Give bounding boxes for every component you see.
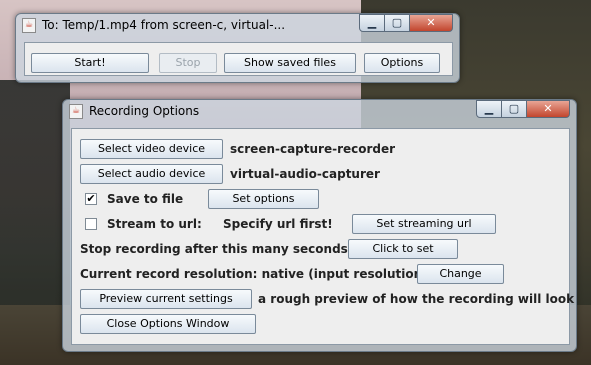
select-video-device-button[interactable]: Select video device bbox=[80, 139, 223, 159]
change-resolution-button[interactable]: Change bbox=[417, 264, 504, 284]
minimize-button[interactable]: ▁ bbox=[359, 14, 385, 32]
options-button[interactable]: Options bbox=[364, 53, 440, 73]
main-window-controls: ▁ ▢ ✕ bbox=[359, 14, 453, 32]
main-window-client: Start! Stop Show saved files Options bbox=[24, 42, 453, 76]
resolution-label: Current record resolution: native (input… bbox=[80, 267, 428, 281]
minimize-button[interactable]: ▁ bbox=[476, 100, 502, 118]
set-streaming-url-button[interactable]: Set streaming url bbox=[352, 214, 496, 234]
preview-description: a rough preview of how the recording wil… bbox=[258, 292, 575, 306]
save-to-file-checkbox[interactable]: ✔ bbox=[85, 193, 97, 205]
options-window-client: Select video device screen-capture-recor… bbox=[71, 128, 574, 345]
options-window-titlebar[interactable]: ☕ Recording Options ▁ ▢ ✕ bbox=[63, 100, 576, 124]
close-button[interactable]: ✕ bbox=[410, 14, 453, 32]
stream-to-url-checkbox[interactable] bbox=[85, 218, 97, 230]
click-to-set-button[interactable]: Click to set bbox=[348, 239, 458, 259]
stream-status-text: Specify url first! bbox=[223, 217, 333, 231]
select-audio-device-button[interactable]: Select audio device bbox=[80, 164, 223, 184]
options-window-controls: ▁ ▢ ✕ bbox=[476, 100, 570, 118]
java-app-icon: ☕ bbox=[69, 104, 83, 119]
stop-button[interactable]: Stop bbox=[159, 53, 217, 73]
main-window-title: To: Temp/1.mp4 from screen-c, virtual-..… bbox=[42, 18, 286, 32]
preview-settings-button[interactable]: Preview current settings bbox=[80, 289, 252, 309]
start-button[interactable]: Start! bbox=[31, 53, 149, 73]
options-window-title: Recording Options bbox=[89, 104, 200, 118]
java-app-icon: ☕ bbox=[22, 18, 36, 33]
video-device-value: screen-capture-recorder bbox=[230, 142, 396, 156]
options-window: ☕ Recording Options ▁ ▢ ✕ Select video d… bbox=[62, 99, 577, 352]
stream-to-url-label: Stream to url: bbox=[107, 217, 202, 231]
show-saved-files-button[interactable]: Show saved files bbox=[224, 53, 356, 73]
close-options-window-button[interactable]: Close Options Window bbox=[80, 314, 256, 334]
maximize-button[interactable]: ▢ bbox=[385, 14, 410, 32]
save-to-file-label: Save to file bbox=[107, 192, 184, 206]
stop-after-seconds-label: Stop recording after this many seconds: bbox=[80, 242, 353, 256]
audio-device-value: virtual-audio-capturer bbox=[230, 167, 380, 181]
close-button[interactable]: ✕ bbox=[527, 100, 570, 118]
main-window-titlebar[interactable]: ☕ To: Temp/1.mp4 from screen-c, virtual-… bbox=[16, 14, 459, 38]
main-window: ☕ To: Temp/1.mp4 from screen-c, virtual-… bbox=[15, 13, 460, 83]
background-trees-left bbox=[0, 80, 70, 310]
maximize-button[interactable]: ▢ bbox=[502, 100, 527, 118]
set-options-button[interactable]: Set options bbox=[208, 189, 319, 209]
